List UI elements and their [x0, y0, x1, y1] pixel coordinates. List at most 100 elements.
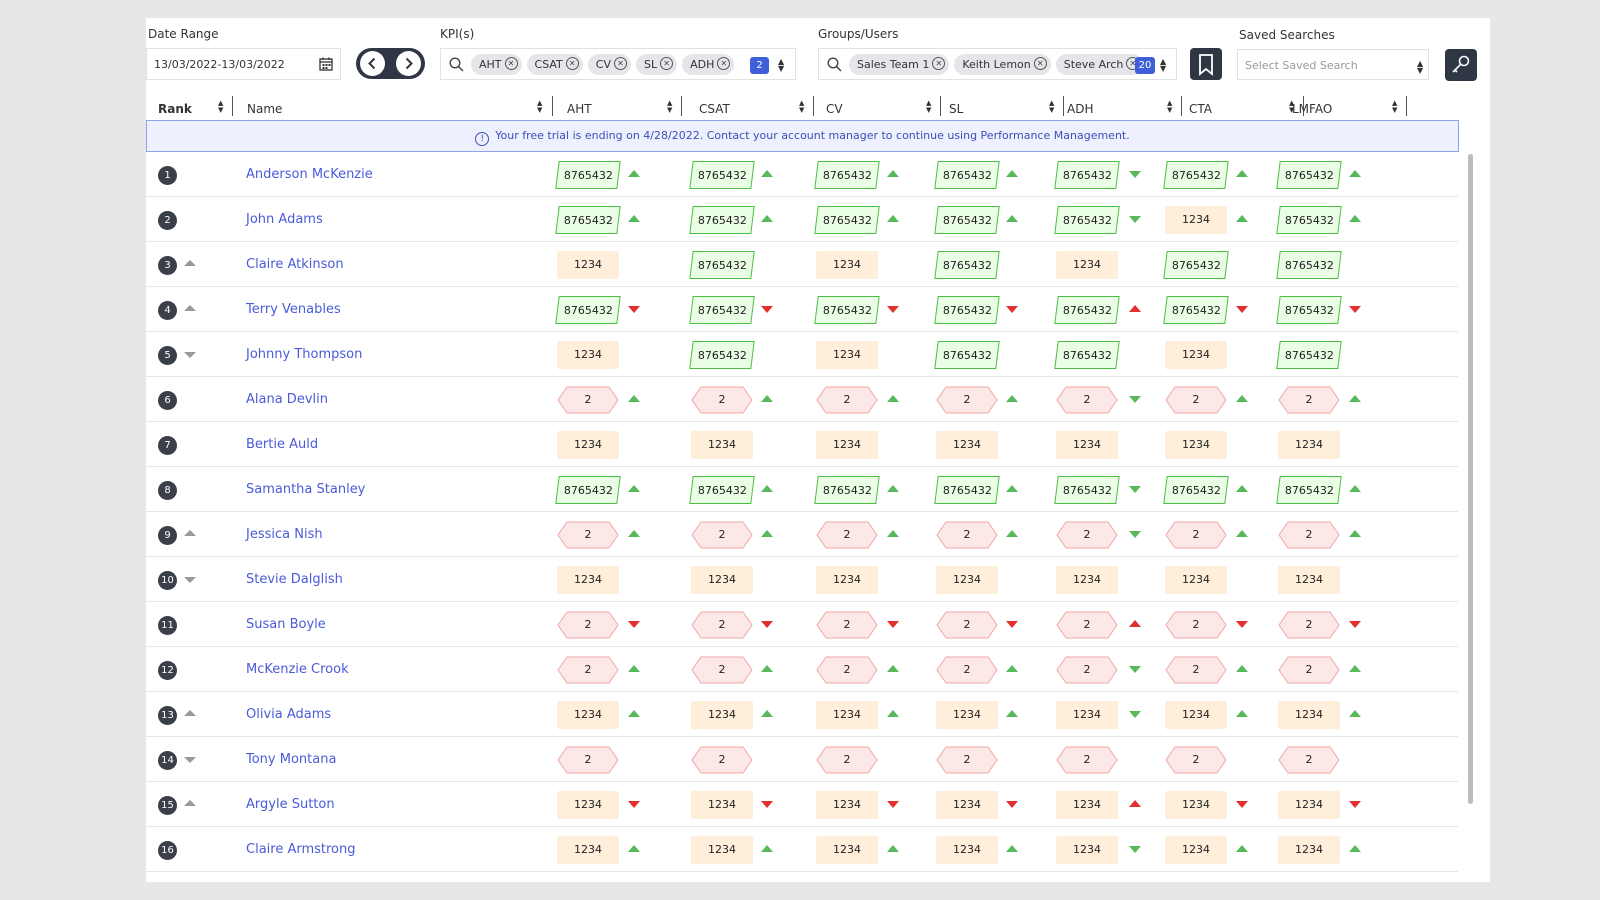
kpi-value-aht[interactable]: 1234 [557, 701, 619, 729]
apply-search-button[interactable] [1445, 49, 1477, 81]
table-row[interactable]: 8 Samantha Stanley 8765432 8765432 8765432 87… [146, 467, 1458, 512]
kpi-value-lmfao[interactable]: 2 [1278, 611, 1340, 639]
kpi-value-cta[interactable]: 1234 [1165, 701, 1227, 729]
column-header-cta[interactable]: CTA [1189, 102, 1212, 116]
kpi-value-aht[interactable]: 1234 [557, 341, 619, 369]
kpi-value-adh[interactable]: 8765432 [1054, 476, 1120, 504]
remove-chip-icon[interactable]: ✕ [614, 57, 627, 70]
column-header-adh[interactable]: ADH [1067, 102, 1093, 116]
table-row[interactable]: 5 Johnny Thompson 1234 8765432 1234 8765432 87… [146, 332, 1458, 377]
remove-chip-icon[interactable]: ✕ [1033, 57, 1047, 70]
kpi-value-aht[interactable]: 2 [557, 521, 619, 549]
remove-chip-icon[interactable]: ✕ [504, 57, 518, 70]
kpi-value-sl[interactable]: 2 [936, 656, 998, 684]
sort-rank[interactable]: ▲ ▼ [218, 100, 223, 114]
kpi-value-lmfao[interactable]: 1234 [1278, 701, 1340, 729]
kpi-value-csat[interactable]: 8765432 [689, 296, 755, 324]
kpi-value-aht[interactable]: 1234 [557, 251, 619, 279]
table-row[interactable]: 16 Claire Armstrong 1234 1234 1234 1234 1234 12… [146, 827, 1458, 872]
table-row[interactable]: 2 John Adams 8765432 8765432 8765432 8765432 8… [146, 197, 1458, 242]
table-row[interactable]: 1 Anderson McKenzie 8765432 8765432 8765432 8… [146, 152, 1458, 197]
kpi-value-cv[interactable]: 2 [816, 521, 878, 549]
groups-dropdown-arrows[interactable]: ▲ ▼ [1160, 58, 1166, 73]
kpi-value-sl[interactable]: 8765432 [934, 251, 1000, 279]
kpi-value-lmfao[interactable]: 2 [1278, 746, 1340, 774]
kpi-value-csat[interactable]: 1234 [691, 566, 753, 594]
groups-multiselect[interactable]: Sales Team 1 ✕ Keith Lemon ✕ Steve Arch ✕ 20 … [818, 48, 1177, 80]
remove-chip-icon[interactable]: ✕ [660, 57, 674, 70]
agent-name-link[interactable]: Susan Boyle [246, 617, 326, 632]
kpi-value-cv[interactable]: 8765432 [814, 161, 880, 189]
sort-sl[interactable]: ▲ ▼ [1049, 100, 1054, 114]
kpi-value-aht[interactable]: 2 [557, 656, 619, 684]
kpi-value-cta[interactable]: 1234 [1165, 206, 1227, 234]
agent-name-link[interactable]: Alana Devlin [246, 392, 328, 407]
kpi-value-csat[interactable]: 8765432 [689, 206, 755, 234]
kpi-value-cta[interactable]: 2 [1165, 521, 1227, 549]
kpi-value-csat[interactable]: 1234 [691, 791, 753, 819]
kpi-value-cta[interactable]: 2 [1165, 611, 1227, 639]
table-row[interactable]: 15 Argyle Sutton 1234 1234 1234 1234 1234 1234 1… [146, 782, 1458, 827]
agent-name-link[interactable]: Claire Atkinson [246, 257, 344, 272]
kpi-value-adh[interactable]: 1234 [1056, 701, 1118, 729]
kpi-value-aht[interactable]: 8765432 [555, 476, 621, 504]
kpi-value-cv[interactable]: 1234 [816, 341, 878, 369]
column-header-lmfao[interactable]: LMFAO [1292, 102, 1332, 116]
kpi-value-aht[interactable]: 2 [557, 746, 619, 774]
column-header-rank[interactable]: Rank [158, 102, 192, 116]
remove-chip-icon[interactable]: ✕ [932, 57, 946, 70]
table-row[interactable]: 3 Claire Atkinson 1234 8765432 1234 8765432 12… [146, 242, 1458, 287]
kpi-value-adh[interactable]: 2 [1056, 656, 1118, 684]
kpi-value-adh[interactable]: 1234 [1056, 791, 1118, 819]
table-row[interactable]: 12 McKenzie Crook 2 2 2 2 2 2 2 [146, 647, 1458, 692]
kpi-value-aht[interactable]: 1234 [557, 566, 619, 594]
kpi-value-cta[interactable]: 1234 [1165, 341, 1227, 369]
kpi-value-sl[interactable]: 2 [936, 521, 998, 549]
kpi-value-cta[interactable]: 2 [1165, 386, 1227, 414]
column-header-aht[interactable]: AHT [567, 102, 592, 116]
kpi-value-cta[interactable]: 1234 [1165, 791, 1227, 819]
table-scrollbar[interactable] [1468, 154, 1473, 804]
column-header-cv[interactable]: CV [826, 102, 843, 116]
kpi-value-cv[interactable]: 1234 [816, 791, 878, 819]
agent-name-link[interactable]: John Adams [246, 212, 323, 227]
kpi-value-csat[interactable]: 1234 [691, 836, 753, 864]
kpi-value-aht[interactable]: 1234 [557, 431, 619, 459]
kpi-value-aht[interactable]: 8765432 [555, 206, 621, 234]
kpi-value-aht[interactable]: 2 [557, 611, 619, 639]
kpi-value-cv[interactable]: 8765432 [814, 476, 880, 504]
kpi-value-sl[interactable]: 1234 [936, 701, 998, 729]
kpi-value-sl[interactable]: 2 [936, 386, 998, 414]
kpi-value-lmfao[interactable]: 8765432 [1276, 161, 1342, 189]
next-date-button[interactable] [396, 51, 421, 76]
agent-name-link[interactable]: McKenzie Crook [246, 662, 349, 677]
kpi-value-sl[interactable]: 8765432 [934, 341, 1000, 369]
kpi-value-aht[interactable]: 8765432 [555, 161, 621, 189]
kpi-value-adh[interactable]: 2 [1056, 386, 1118, 414]
kpi-value-csat[interactable]: 2 [691, 521, 753, 549]
kpi-value-aht[interactable]: 8765432 [555, 296, 621, 324]
sort-name[interactable]: ▲ ▼ [537, 100, 542, 114]
kpi-value-csat[interactable]: 8765432 [689, 161, 755, 189]
kpi-value-adh[interactable]: 1234 [1056, 251, 1118, 279]
table-row[interactable]: 7 Bertie Auld 1234 1234 1234 1234 1234 1234 1234 [146, 422, 1458, 467]
kpi-value-sl[interactable]: 2 [936, 746, 998, 774]
kpi-value-cv[interactable]: 2 [816, 386, 878, 414]
column-header-csat[interactable]: CSAT [699, 102, 730, 116]
kpi-value-cv[interactable]: 1234 [816, 251, 878, 279]
table-row[interactable]: 10 Stevie Dalglish 1234 1234 1234 1234 1234 123… [146, 557, 1458, 602]
kpi-value-sl[interactable]: 8765432 [934, 296, 1000, 324]
kpi-value-cv[interactable]: 1234 [816, 566, 878, 594]
sort-lmfao[interactable]: ▲ ▼ [1392, 100, 1397, 114]
kpi-value-csat[interactable]: 2 [691, 746, 753, 774]
table-row[interactable]: 9 Jessica Nish 2 2 2 2 2 2 2 [146, 512, 1458, 557]
kpi-value-csat[interactable]: 8765432 [689, 341, 755, 369]
kpi-value-lmfao[interactable]: 8765432 [1276, 476, 1342, 504]
agent-name-link[interactable]: Terry Venables [246, 302, 341, 317]
kpi-value-cta[interactable]: 2 [1165, 656, 1227, 684]
kpi-value-cta[interactable]: 8765432 [1163, 161, 1229, 189]
kpi-value-lmfao[interactable]: 1234 [1278, 431, 1340, 459]
kpi-value-cv[interactable]: 2 [816, 656, 878, 684]
agent-name-link[interactable]: Argyle Sutton [246, 797, 335, 812]
table-row[interactable]: 11 Susan Boyle 2 2 2 2 2 2 2 [146, 602, 1458, 647]
